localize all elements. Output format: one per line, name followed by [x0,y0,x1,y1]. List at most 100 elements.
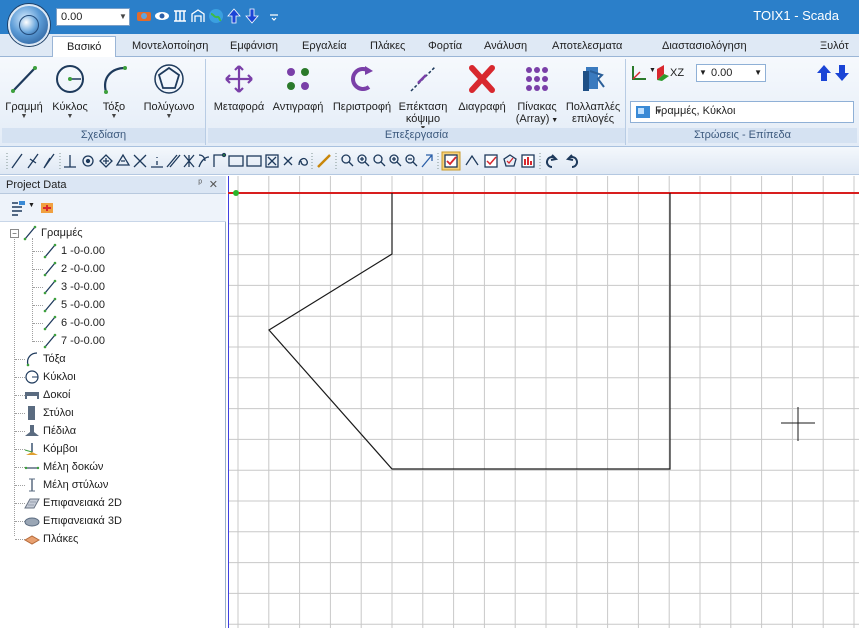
tree-connector [32,238,33,342]
drawing-canvas[interactable] [228,176,859,628]
arrow-down-icon[interactable] [244,8,260,24]
tab-view[interactable]: Εμφάνιση [224,38,284,57]
close-icon[interactable]: ✕ [209,178,218,191]
tree-node-surface-2d[interactable]: Επιφανειακά 2D [24,494,122,512]
pencil-icon [317,154,331,168]
tab-loads[interactable]: Φορτία [422,38,468,57]
tangent-icon [115,153,131,166]
chevron-down-icon[interactable]: ▼ [28,202,35,209]
eye-icon[interactable] [154,8,170,24]
polygon-button[interactable]: Πολύγωνο ▼ [136,63,202,121]
tab-basic[interactable]: Βασικό [52,36,117,58]
tree-node-circles[interactable]: Κύκλοι [24,368,76,386]
line-icon [43,333,57,349]
level-down-icon[interactable] [834,64,850,82]
refresh-icon[interactable] [38,199,56,217]
attach-icon [298,157,308,166]
plane-select[interactable]: XZ [670,64,692,82]
multiple-selection-button[interactable]: Πολλαπλές επιλογές [562,63,624,125]
application-menu-button[interactable] [8,4,50,46]
drawn-polyline[interactable] [268,193,671,470]
axis-icon[interactable] [630,64,648,82]
line-icon [43,315,57,331]
globe-icon[interactable] [208,8,224,24]
layer-icon [636,106,650,118]
line-label: Γραμμή [5,101,43,113]
elevation-select[interactable]: ▼ 0.00 ▼ [696,64,766,82]
tree-node-nodes[interactable]: Κόμβοι [24,440,78,458]
edit-group: Μεταφορά Αντιγραφή Περιστροφή Επέκταση κ… [208,59,626,145]
move-icon [225,65,253,93]
tab-tools[interactable]: Εργαλεία [296,38,353,57]
tree-view-icon[interactable] [10,200,26,216]
delete-button[interactable]: Διαγραφή [452,63,512,113]
tab-design[interactable]: Διαστασιολόγηση [656,38,753,57]
copy-icon [287,68,309,90]
line-button[interactable]: Γραμμή ▼ [2,63,46,121]
array-icon [526,67,548,91]
tab-results[interactable]: Αποτελεσματα [546,38,628,57]
pin-icon[interactable]: ᵖ [198,178,202,189]
array-sublabel: (Array) [515,113,550,125]
tree-connector [14,236,15,536]
ribbon: Γραμμή ▼ Κύκλος ▼ Τόξο ▼ Πολύγωνο ▼ Σχεδίαση… [0,57,859,147]
parallel-icon [166,154,181,168]
tree-node-column-members[interactable]: Μέλη στύλων [24,476,108,494]
surface-3d-icon [24,517,40,527]
layers-group-label: Στρώσεις - Επίπεδα [628,128,857,143]
tree-node-surface-3d[interactable]: Επιφανειακά 3D [24,512,122,530]
tree-node-arcs[interactable]: Τόξα [24,350,66,368]
tab-modeling[interactable]: Μοντελοποίηση [126,38,214,57]
quick-access-menu-icon[interactable] [266,8,282,24]
plane-icon[interactable] [656,64,670,82]
panel-toolbar: ▼ [0,194,226,222]
title-bar: 0.00 ▼ TOIX1 - Scada [0,0,859,34]
tree-node-line-1[interactable]: 1 -0-0.00 [42,242,105,260]
copy-button[interactable]: Αντιγραφή [268,63,328,113]
tree-node-line-3[interactable]: 3 -0-0.00 [42,278,105,296]
node-icon [24,443,38,455]
tree-node-beam-members[interactable]: Μέλη δοκών [24,458,103,476]
arrow-up-icon[interactable] [226,8,242,24]
building-icon[interactable] [190,8,206,24]
tree-node-slabs[interactable]: Πλάκες [24,530,78,548]
frame-icon[interactable] [172,8,188,24]
render-icon[interactable] [136,8,152,24]
extend-trim-button[interactable]: Επέκταση κόψιμο▼ [396,63,450,133]
tab-analysis[interactable]: Ανάλυση [478,38,533,57]
tree-node-line-2[interactable]: 2 -0-0.00 [42,260,105,278]
tree-node-line-6[interactable]: 6 -0-0.00 [42,314,105,332]
column-icon [28,406,35,420]
tree-node-line-5[interactable]: 5 -0-0.00 [42,296,105,314]
circle-button[interactable]: Κύκλος ▼ [48,63,92,121]
chevron-down-icon[interactable]: ▼ [649,67,656,74]
draw-group-label: Σχεδίαση [2,128,205,143]
arc-button[interactable]: Τόξο ▼ [94,63,134,121]
elevation-quick-combo[interactable]: 0.00 ▼ [56,8,130,26]
tree-node-columns[interactable]: Στύλοι [24,404,74,422]
window-title: TOIX1 - Scada [753,8,839,23]
arc-icon [26,352,38,367]
rotate-button[interactable]: Περιστροφή [330,63,394,113]
collapse-expander[interactable]: − [10,229,19,238]
move-button[interactable]: Μεταφορά [210,63,268,113]
tab-timber[interactable]: Ξυλότ [814,38,855,57]
ribbon-tabs: Βασικό Μοντελοποίηση Εμφάνιση Εργαλεία Π… [0,34,859,58]
layer-select[interactable]: Γραμμές, Κύκλοι ▼ [630,101,854,123]
tree-node-lines[interactable]: Γραμμές [22,224,83,242]
chevron-down-icon[interactable]: ▼ [117,9,129,25]
tree-node-line-7[interactable]: 7 -0-0.00 [42,332,105,350]
tree-label-lines: Γραμμές [41,227,83,239]
polygon-icon [154,64,184,94]
tree-node-beams[interactable]: Δοκοί [24,386,70,404]
cancel-snap-icon [283,156,293,166]
level-up-icon[interactable] [816,64,832,82]
delete-icon [469,65,495,93]
grid-lines [228,176,859,628]
tree-node-footings[interactable]: Πέδιλα [24,422,76,440]
zoom-icon [341,154,351,164]
circle-icon [25,370,39,384]
tab-slabs[interactable]: Πλάκες [364,38,411,57]
angle-line-tool-icon [43,153,55,169]
array-button[interactable]: Πίνακας (Array) ▼ [512,63,562,127]
